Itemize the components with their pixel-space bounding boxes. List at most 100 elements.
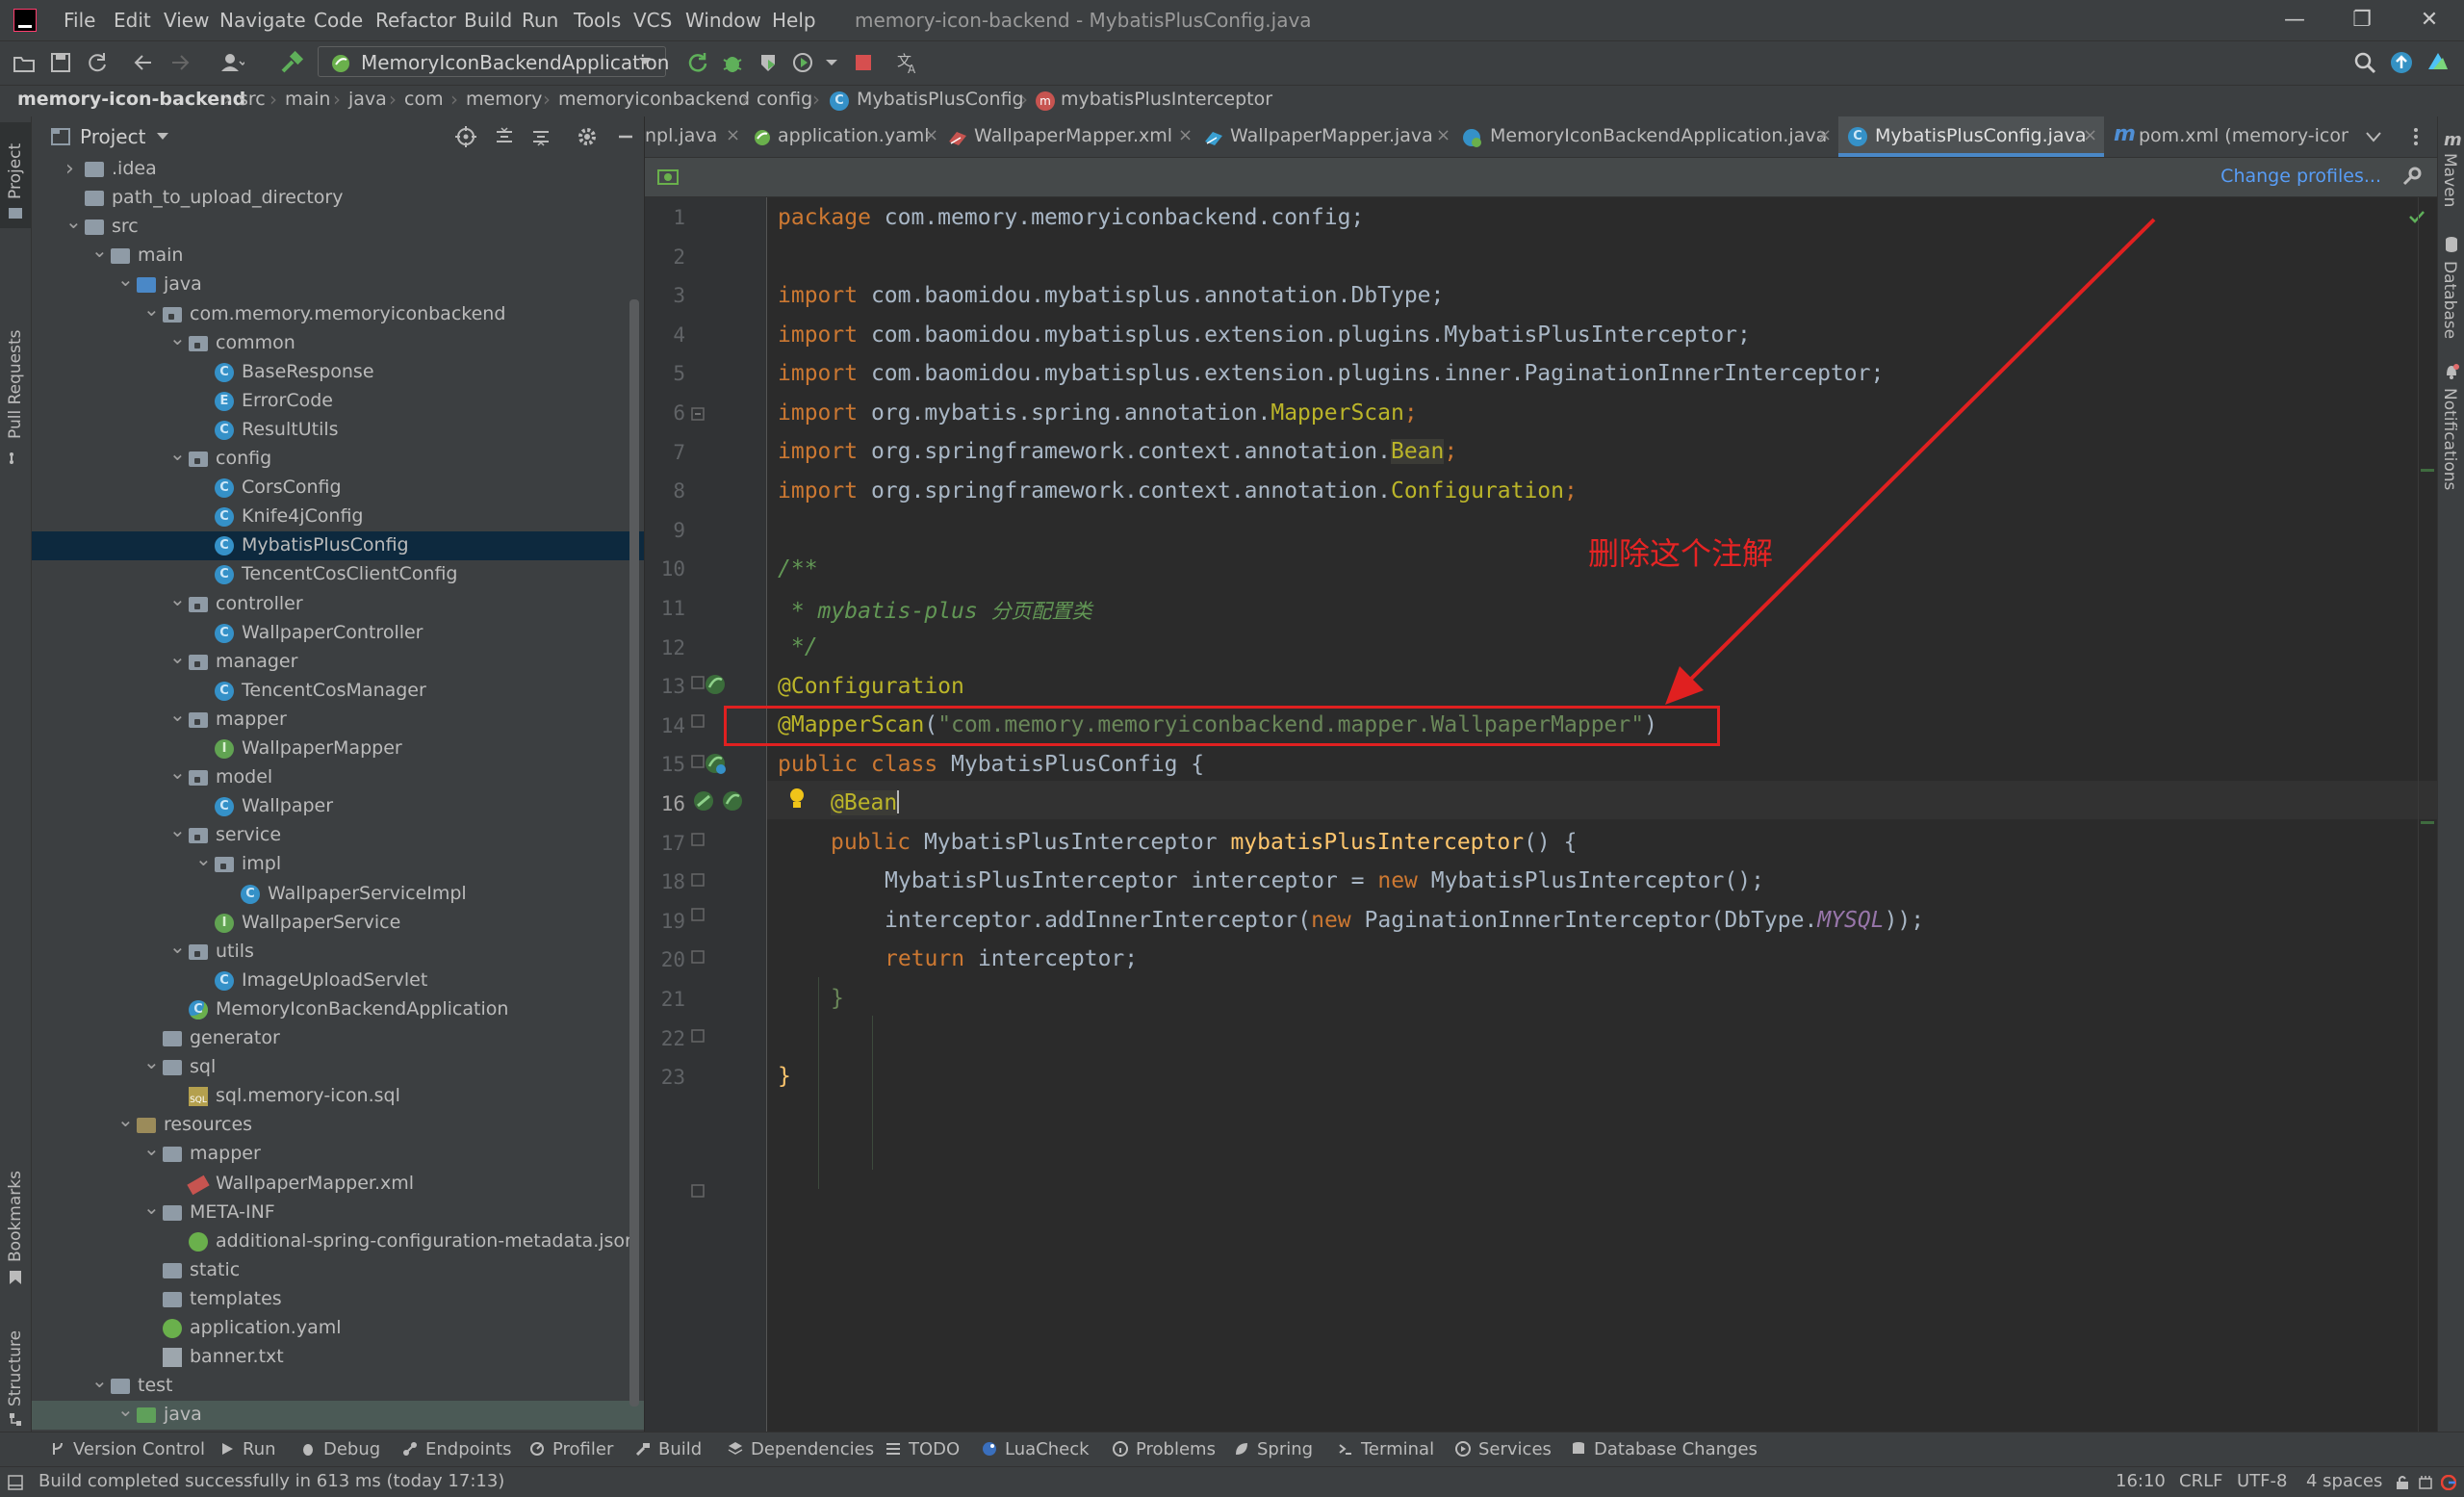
chevron-down-icon[interactable]: ⌄	[91, 238, 108, 263]
tab-impl-java[interactable]: npl.java ×	[645, 116, 747, 157]
bean-navigate-gutter-icon[interactable]	[691, 788, 716, 813]
view-mode-chevron-icon[interactable]	[157, 133, 168, 141]
wrench-icon[interactable]	[2400, 167, 2422, 188]
close-tab-icon[interactable]: ×	[924, 125, 938, 145]
database-tool-button[interactable]: Database	[2438, 232, 2464, 357]
chevron-down-icon[interactable]: ⌄	[65, 209, 82, 234]
minimize-button[interactable]: —	[2266, 4, 2323, 37]
breadcrumb-memory[interactable]: memory	[466, 89, 542, 110]
breadcrumb-method[interactable]: mybatisPlusInterceptor	[1061, 89, 1272, 110]
tree-item[interactable]: ⌄ resources	[32, 1108, 644, 1140]
close-tab-icon[interactable]: ×	[726, 125, 740, 145]
menu-window[interactable]: Window	[685, 9, 761, 32]
file-encoding[interactable]: UTF-8	[2237, 1471, 2287, 1491]
bookmarks-tool-button[interactable]: Bookmarks	[0, 1166, 31, 1291]
tab-application-yaml[interactable]: application.yaml ×	[749, 116, 941, 157]
fold-marker-icon[interactable]	[691, 908, 705, 921]
tree-item[interactable]: C ResultUtils	[32, 416, 644, 445]
terminal-tool[interactable]: Terminal	[1338, 1439, 1434, 1459]
tree-item[interactable]: ⌄ service	[32, 818, 644, 850]
tree-item[interactable]: ⌄ src	[32, 210, 644, 242]
tree-item[interactable]: application.yaml	[32, 1314, 644, 1343]
tree-item[interactable]: C WallpaperServiceImpl	[32, 880, 644, 909]
tree-item[interactable]: › .idea	[32, 155, 644, 184]
project-tree-scrollbar[interactable]	[629, 299, 639, 1407]
profiler-tool[interactable]: Profiler	[529, 1439, 613, 1459]
restore-button[interactable]: ❐	[2333, 4, 2391, 37]
menu-help[interactable]: Help	[772, 9, 816, 32]
debug-bug-icon[interactable]	[720, 50, 745, 75]
tree-item[interactable]: I WallpaperService	[32, 909, 644, 938]
tree-item[interactable]: C BaseResponse	[32, 358, 644, 387]
tabs-dropdown-chevron-icon[interactable]	[2366, 131, 2381, 142]
build-tool[interactable]: Build	[635, 1439, 702, 1459]
chevron-down-icon[interactable]: ⌄	[91, 1368, 108, 1393]
tree-item[interactable]: path_to_upload_directory	[32, 184, 644, 213]
caret-position[interactable]: 16:10	[2116, 1471, 2166, 1491]
close-tab-icon[interactable]: ×	[2083, 125, 2097, 145]
pull-requests-tool-button[interactable]: Pull Requests	[0, 237, 31, 477]
tree-item[interactable]: C WallpaperController	[32, 619, 644, 648]
spring-config-gutter-icon[interactable]	[703, 751, 728, 776]
tree-item[interactable]: additional-spring-configuration-metadata…	[32, 1227, 644, 1256]
chevron-down-icon[interactable]: ⌄	[117, 1107, 134, 1132]
fold-marker-icon[interactable]	[691, 714, 705, 728]
menu-edit[interactable]: Edit	[114, 9, 151, 32]
fold-marker-icon[interactable]	[691, 407, 705, 421]
tab-memoryiconbackendapplication[interactable]: MemoryIconBackendApplication.java ×	[1457, 116, 1836, 157]
memory-indicator-icon[interactable]	[2418, 1475, 2433, 1490]
tree-item[interactable]: E ErrorCode	[32, 387, 644, 416]
chevron-down-icon[interactable]: ⌄	[169, 586, 186, 611]
problems-tool[interactable]: Problems	[1113, 1439, 1216, 1459]
tab-more-options-icon[interactable]	[2412, 126, 2420, 147]
tree-item[interactable]: WallpaperMapper.xml	[32, 1170, 644, 1199]
structure-tool-button[interactable]: Structure	[0, 1320, 31, 1426]
expand-all-icon[interactable]	[494, 126, 515, 147]
tree-item[interactable]: ⌄ sql	[32, 1050, 644, 1082]
tree-item[interactable]: ⌄ java	[32, 268, 644, 299]
tree-item[interactable]: ⌄ com.memory.memoryiconbackend	[32, 297, 644, 329]
stop-icon[interactable]	[851, 50, 876, 75]
chevron-down-icon[interactable]: ⌄	[169, 644, 186, 669]
intention-lightbulb-icon[interactable]	[787, 787, 807, 812]
tree-item[interactable]: ⌄ common	[32, 326, 644, 358]
user-profile-icon[interactable]	[219, 50, 244, 75]
chevron-down-icon[interactable]: ⌄	[169, 817, 186, 842]
fold-marker-icon[interactable]	[691, 873, 705, 887]
chevron-down-icon[interactable]: ⌄	[143, 297, 160, 322]
build-hammer-icon[interactable]	[279, 50, 304, 75]
update-arrow-icon[interactable]	[2389, 50, 2414, 75]
debug-tool[interactable]: Debug	[300, 1439, 380, 1459]
menu-tools[interactable]: Tools	[574, 9, 621, 32]
tree-item[interactable]: C TencentCosManager	[32, 677, 644, 706]
coverage-icon[interactable]	[757, 50, 782, 75]
tab-pom-xml[interactable]: m pom.xml (memory-icon	[2106, 116, 2348, 157]
menu-vcs[interactable]: VCS	[633, 9, 672, 32]
line-separator[interactable]: CRLF	[2179, 1471, 2222, 1491]
layout-toggle-icon[interactable]	[8, 1475, 23, 1490]
no-problems-check-icon[interactable]	[2408, 209, 2426, 224]
status-message[interactable]: Build completed successfully in 613 ms (…	[38, 1471, 504, 1491]
chevron-down-icon[interactable]: ⌄	[169, 702, 186, 727]
luacheck-tool[interactable]: LuaCheck	[982, 1439, 1090, 1459]
chevron-down-icon[interactable]: ⌄	[143, 1195, 160, 1220]
sync-icon[interactable]	[85, 50, 110, 75]
tab-wallpapermapper-java[interactable]: WallpaperMapper.java ×	[1199, 116, 1455, 157]
run-tool[interactable]: Run	[219, 1439, 276, 1459]
tree-item[interactable]: C Knife4jConfig	[32, 503, 644, 531]
breadcrumb-class[interactable]: MybatisPlusConfig	[857, 89, 1024, 110]
tree-item[interactable]: ⌄ java	[32, 1398, 644, 1431]
endpoints-tool[interactable]: Endpoints	[402, 1439, 512, 1459]
search-icon[interactable]	[2352, 50, 2377, 75]
tree-item[interactable]: C MybatisPlusConfig	[32, 531, 644, 561]
breadcrumb-java[interactable]: java	[348, 89, 387, 110]
tab-mybatisplusconfig-java[interactable]: C MybatisPlusConfig.java ×	[1838, 116, 2104, 157]
profile-run-icon[interactable]	[791, 50, 816, 75]
maven-tool-button[interactable]: m Maven	[2438, 126, 2464, 232]
tree-item[interactable]: I WallpaperMapper	[32, 735, 644, 763]
fold-marker-icon[interactable]	[691, 833, 705, 846]
more-run-chevron-icon[interactable]	[824, 50, 839, 75]
back-arrow-icon[interactable]	[131, 50, 156, 75]
settings-gear-icon[interactable]	[577, 126, 598, 147]
tree-item[interactable]: ⌄ META-INF	[32, 1196, 644, 1227]
